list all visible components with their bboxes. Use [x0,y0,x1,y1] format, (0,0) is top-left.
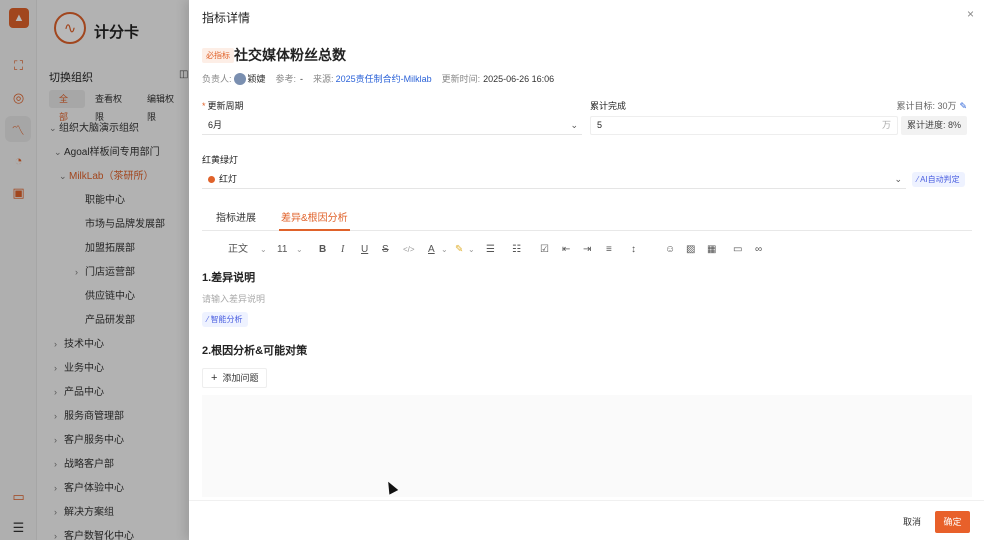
line-height-icon[interactable]: ↕ [631,241,636,259]
red-dot-icon [208,176,215,183]
image-icon[interactable]: ▨ [686,241,695,259]
cumulative-progress: 累计进度: 8% [901,116,968,135]
diff-placeholder[interactable]: 请输入差异说明 [202,292,265,305]
add-question-button[interactable]: + 添加问题 [202,368,268,388]
required-badge: 必指标 [202,48,234,63]
ai-judge-tag[interactable]: ⁄ AI自动判定 [912,172,965,187]
code-icon[interactable]: </> [403,241,415,259]
source-link[interactable]: 2025责任制合约-Milklab [336,72,432,85]
table-icon[interactable]: ▦ [707,241,716,259]
kpi-meta: 负责人: 颖婕 参考: - 来源: 2025责任制合约-Milklab 更新时间… [202,72,554,85]
cancel-button[interactable]: 取消 [896,511,928,533]
updated-value: 2025-06-26 16:06 [483,73,555,84]
chevron-down-icon: ⌄ [260,245,267,254]
avatar [233,72,246,85]
kpi-title: 社交媒体粉丝总数 [234,47,346,63]
period-select[interactable]: 6月 ⌄ [202,116,582,135]
emoji-icon[interactable]: ☺ [665,241,675,259]
owner-name: 颖婕 [247,74,266,84]
paragraph-select[interactable]: 正文 [228,241,248,259]
bold-icon[interactable]: B [319,241,326,259]
root-cause-heading: 2.根因分析&可能对策 [202,345,308,357]
font-color-icon[interactable]: A [428,241,435,259]
ref-value: - [300,73,304,84]
task-list-icon[interactable]: ☑ [540,241,549,259]
cumulative-input[interactable]: 5 万 [590,116,898,135]
chevron-down-icon: ⌄ [570,120,578,130]
edit-pen-icon[interactable]: ✎ [959,101,967,111]
source-label: 来源: [313,74,334,84]
indent-icon[interactable]: ⇥ [583,241,591,259]
chevron-down-icon: ⌄ [894,174,902,184]
cumulative-target: 累计目标: 30万 ✎ [896,101,967,111]
tab-analysis[interactable]: 差异&根因分析 [279,209,350,231]
tab-progress[interactable]: 指标进展 [216,209,256,231]
highlight-icon[interactable]: ✎ [455,241,463,259]
detail-tabs: 指标进展 差异&根因分析 [202,207,972,231]
light-select[interactable]: 红灯 ⌄ [202,170,906,189]
updated-label: 更新时间: [441,74,481,84]
drawer-footer: 取消 确定 [189,500,984,540]
strikethrough-icon[interactable]: S [382,241,389,259]
plus-icon: + [211,372,218,384]
editor-toolbar: 正文 ⌄ 11 ⌄ B I U S </> A ⌄ ✎ ⌄ ☰ ☷ ☑ ⇤ ⇥ … [202,241,972,259]
align-icon[interactable]: ≡ [606,241,612,259]
underline-icon[interactable]: U [361,241,368,259]
outdent-icon[interactable]: ⇤ [562,241,570,259]
ordered-list-icon[interactable]: ☷ [512,241,521,259]
bullet-list-icon[interactable]: ☰ [486,241,495,259]
font-size-select[interactable]: 11 [277,241,287,259]
light-label: 红黄绿灯 [202,155,239,165]
kpi-detail-drawer: 指标详情 × 必指标 社交媒体粉丝总数 负责人: 颖婕 参考: - 来源: 20… [189,0,984,540]
chevron-down-icon: ⌄ [468,245,475,254]
unit-label: 万 [881,120,891,130]
ref-label: 参考: [275,74,297,84]
owner-label: 负责人: [202,74,232,84]
italic-icon[interactable]: I [341,241,344,259]
folder-icon[interactable]: ▭ [733,241,742,259]
cumulative-label: 累计完成 [590,101,627,111]
chevron-down-icon: ⌄ [296,245,303,254]
drawer-title: 指标详情 [202,11,251,25]
modal-overlay[interactable] [0,0,189,540]
smart-analysis-tag[interactable]: ⁄ 智能分析 [202,312,248,327]
period-label: * 更新周期 [202,101,244,111]
link-icon[interactable]: ∞ [755,241,762,259]
confirm-button[interactable]: 确定 [935,511,970,533]
diff-heading: 1.差异说明 [202,272,256,284]
close-icon[interactable]: × [967,7,974,21]
editor-area[interactable] [202,395,972,497]
chevron-down-icon: ⌄ [441,245,448,254]
